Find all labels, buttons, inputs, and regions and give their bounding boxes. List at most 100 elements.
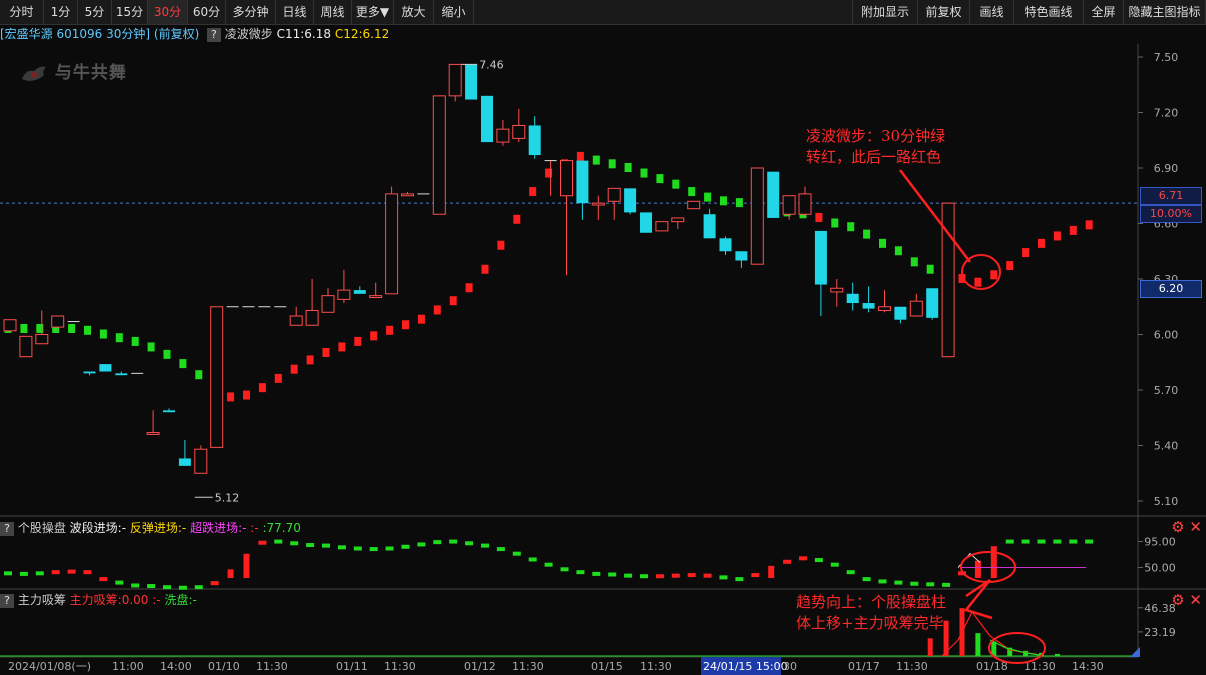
ind1-dot (369, 547, 378, 552)
indicator-name[interactable]: 凌波微步 (225, 27, 273, 41)
help-icon[interactable]: ? (0, 521, 14, 536)
highlight-circle-ind2 (988, 632, 1046, 664)
toolbar-action-1[interactable]: 前复权 (918, 0, 970, 24)
period-tab-7[interactable]: 日线 (276, 0, 314, 24)
ma-dot (974, 277, 982, 287)
candle-body (465, 64, 478, 100)
gear-icon[interactable]: ⚙ (1171, 591, 1184, 609)
help-icon[interactable]: ? (206, 27, 221, 42)
candle-body (878, 306, 891, 311)
highlight-circle-main (961, 254, 1001, 290)
ind1-dot (910, 581, 919, 586)
ind2-bar (959, 608, 965, 656)
ma-dot (481, 264, 489, 274)
ma-dot (942, 274, 950, 283)
candle-body (655, 221, 669, 232)
ma-dot (433, 305, 441, 315)
ind1-dot (306, 543, 315, 548)
candle-body (750, 167, 764, 265)
ma-dot (1085, 220, 1093, 230)
period-tab-9[interactable]: 更多▼ (352, 0, 394, 24)
indicator2-line1: 主力吸筹:0.00 (69, 593, 149, 607)
ma-dot (322, 348, 330, 357)
ind1-dot (67, 569, 76, 574)
time-cursor-box (701, 657, 781, 675)
high-label: 7.46 (479, 58, 504, 71)
ind2-red-line (941, 610, 1041, 657)
toolbar-action-4[interactable]: 全屏 (1084, 0, 1124, 24)
period-tab-8[interactable]: 周线 (314, 0, 352, 24)
ma-dot (147, 342, 155, 352)
close-icon[interactable]: ✕ (1189, 518, 1202, 536)
period-tab-10[interactable]: 放大 (394, 0, 434, 24)
time-label: 01/10 (208, 660, 240, 673)
candle-body (767, 171, 780, 218)
help-icon[interactable]: ? (0, 593, 14, 608)
candle-body (115, 373, 128, 376)
candle-body (385, 193, 399, 295)
ma-dot (274, 373, 282, 383)
toolbar-action-3[interactable]: 特色画线 (1014, 0, 1084, 24)
ma-dot (354, 336, 362, 346)
ma-dot (1022, 248, 1030, 258)
candle-body (560, 160, 573, 197)
indicator1-header: ? 个股操盘 波段进场:- 反弹进场:- 超跌进场:- :- :77.70 (0, 519, 301, 537)
period-tab-6[interactable]: 多分钟 (226, 0, 276, 24)
indicator2-name[interactable]: 主力吸筹 (18, 593, 66, 607)
toolbar-action-2[interactable]: 画线 (970, 0, 1014, 24)
period-tab-2[interactable]: 5分 (78, 0, 112, 24)
price-tick-label: 6.90 (1154, 162, 1179, 175)
time-label: 11:00 (112, 660, 144, 673)
gear-icon[interactable]: ⚙ (1171, 518, 1184, 536)
ind2-tick-label: 23.19 (1144, 626, 1176, 639)
indicator1-tools: ⚙ ✕ (1171, 518, 1202, 536)
close-icon[interactable]: ✕ (1189, 591, 1202, 609)
stock-title[interactable]: [宏盛华源 601096 30分钟] (0, 27, 150, 41)
ma-dot (831, 218, 839, 228)
kline-chart[interactable]: 7.465.12 95.0050.00 46.3823.19 7.507.206… (0, 0, 1206, 675)
ind1-dot (433, 540, 442, 545)
ind1-tick-label: 50.00 (1144, 562, 1176, 575)
period-tab-11[interactable]: 缩小 (434, 0, 474, 24)
candle-body (719, 238, 732, 252)
adjust-label: (前复权) (153, 27, 200, 41)
ind1-dot (751, 573, 760, 578)
indicator1-line4-dash: :- (250, 521, 259, 535)
price-tick-label: 6.00 (1154, 329, 1179, 342)
time-label: 2024/01/08(一) (8, 660, 91, 673)
ind1-dot (576, 570, 585, 575)
ma-dot (672, 179, 680, 189)
ind2-bar (1023, 650, 1029, 656)
ma-dot (815, 212, 823, 222)
ind1-dot (4, 571, 12, 576)
ma-dot (990, 270, 998, 280)
ma-dot (99, 329, 107, 339)
ind1-dot (1085, 539, 1094, 544)
ind2-bar (1007, 647, 1013, 656)
period-tab-3[interactable]: 15分 (112, 0, 148, 24)
ind1-dot (544, 562, 553, 567)
ma-dot (497, 240, 505, 250)
ind1-dot (926, 582, 935, 587)
watermark-logo: 与牛共舞 (20, 58, 150, 84)
ind1-dot (274, 539, 283, 544)
candle-body (194, 448, 208, 474)
ind1-dot (194, 585, 203, 590)
indicator1-name[interactable]: 个股操盘 (18, 521, 66, 535)
ind1-dot (481, 543, 489, 548)
current-price-tag: 6.71 (1140, 187, 1202, 205)
ind1-dot (830, 562, 839, 567)
toolbar-action-0[interactable]: 附加显示 (852, 0, 918, 24)
toolbar-action-5[interactable]: 隐藏主图指标 (1124, 0, 1206, 24)
ind1-white-line (957, 552, 981, 568)
candle-body (35, 334, 49, 345)
period-tab-0[interactable]: 分时 (0, 0, 44, 24)
period-tab-5[interactable]: 60分 (188, 0, 226, 24)
ind1-dot (560, 567, 569, 572)
period-tab-1[interactable]: 1分 (44, 0, 78, 24)
period-tab-4[interactable]: 30分 (148, 0, 188, 24)
ma-dot (720, 196, 727, 206)
ind1-dot (512, 551, 521, 556)
time-label: 11:30 (384, 660, 416, 673)
ma-dot (926, 264, 934, 274)
